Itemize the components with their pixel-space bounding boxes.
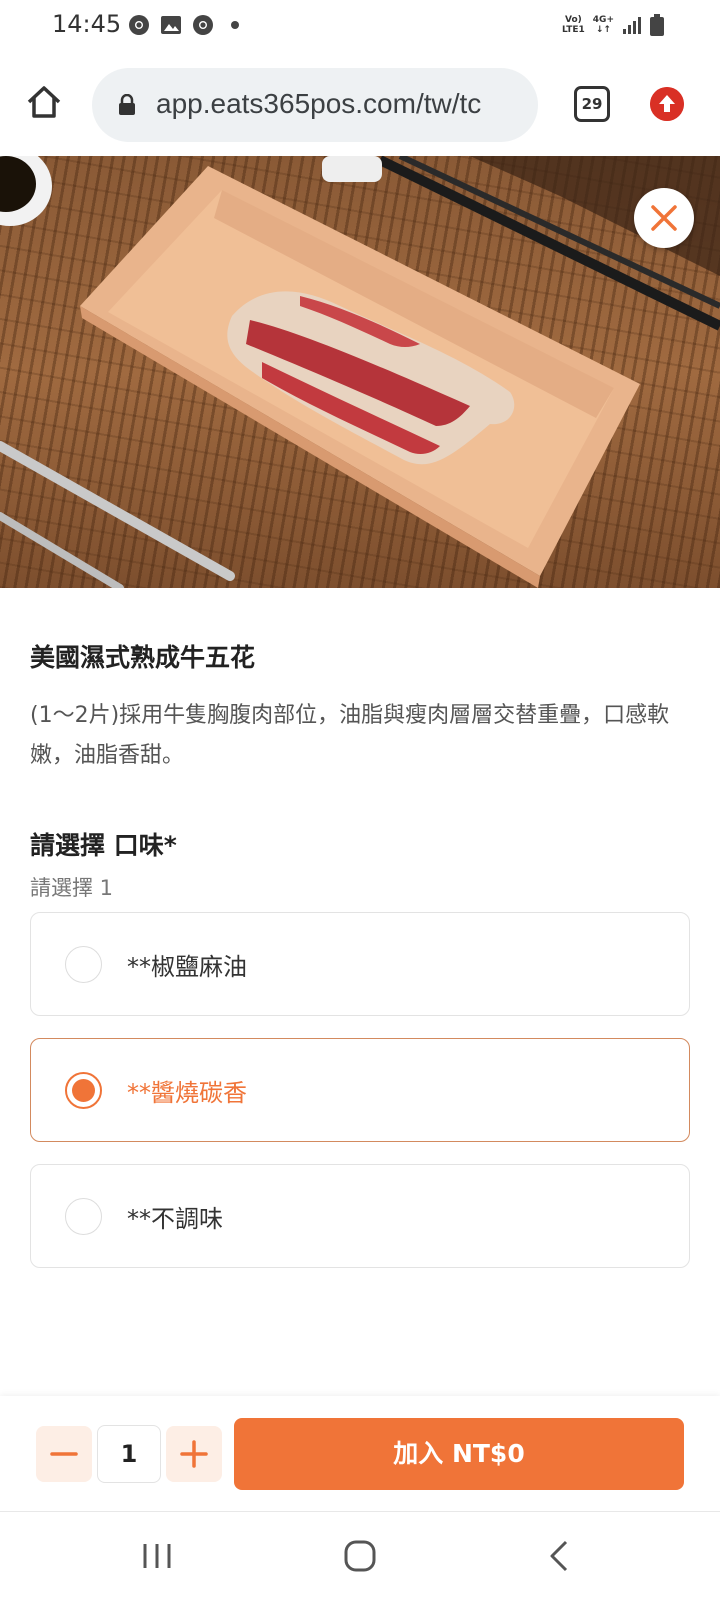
chrome-icon [129,15,149,35]
tab-switcher-button[interactable]: 29 [574,86,610,122]
radio-button[interactable] [65,1198,102,1235]
home-nav-icon[interactable] [338,1534,382,1578]
network-4g-icon: 4G+ ↓↑ [592,15,614,35]
quantity-increase-button[interactable] [166,1426,222,1482]
option-group-title: 請選擇 口味* [30,831,177,860]
back-icon[interactable] [538,1534,582,1578]
item-photo [0,156,720,588]
update-icon[interactable] [650,87,684,121]
system-navigation-bar [0,1512,720,1600]
radio-button[interactable] [65,946,102,983]
option-label: **椒鹽麻油 [127,953,247,981]
status-right: Vo) LTE1 4G+ ↓↑ [562,14,664,36]
option-label: **醬燒碳香 [127,1079,247,1107]
option-card[interactable]: **不調味 [30,1164,690,1268]
battery-icon [650,14,664,36]
browser-toolbar: app.eats365pos.com/tw/tc 29 [0,56,720,156]
item-description: (1～2片)採用牛隻胸腹肉部位，油脂與瘦肉層層交替重疊，口感軟嫩，油脂香甜。 [30,703,670,768]
close-button[interactable] [634,188,694,248]
option-label: **不調味 [127,1205,223,1233]
image-icon [161,16,181,34]
status-bar: 14:45 Vo) LTE1 4G+ ↓↑ [0,0,720,56]
signal-icon [623,17,641,34]
option-group-subtitle: 請選擇 1 [30,876,114,900]
add-to-cart-bar: 1 加入 NT$0 [0,1396,720,1512]
dot-icon [231,21,239,29]
home-icon[interactable] [24,82,64,122]
option-card-selected[interactable]: **醬燒碳香 [30,1038,690,1142]
recent-apps-icon[interactable] [135,1534,179,1578]
add-to-cart-button[interactable]: 加入 NT$0 [234,1418,684,1490]
notification-icons [128,14,246,36]
minus-icon [50,1452,78,1456]
network-label: Vo) LTE1 [562,15,585,35]
radio-button-selected[interactable] [65,1072,102,1109]
item-title: 美國濕式熟成牛五花 [30,643,256,672]
quantity-input[interactable]: 1 [97,1425,161,1483]
close-icon [651,205,677,231]
url-text: app.eats365pos.com/tw/tc [156,88,482,119]
quantity-decrease-button[interactable] [36,1426,92,1482]
status-time: 14:45 [52,10,122,38]
option-card[interactable]: **椒鹽麻油 [30,912,690,1016]
plus-icon [180,1440,208,1468]
address-bar[interactable]: app.eats365pos.com/tw/tc [92,68,538,142]
lock-icon [119,94,135,115]
chrome-icon [193,15,213,35]
item-photo-graphic [0,156,720,588]
